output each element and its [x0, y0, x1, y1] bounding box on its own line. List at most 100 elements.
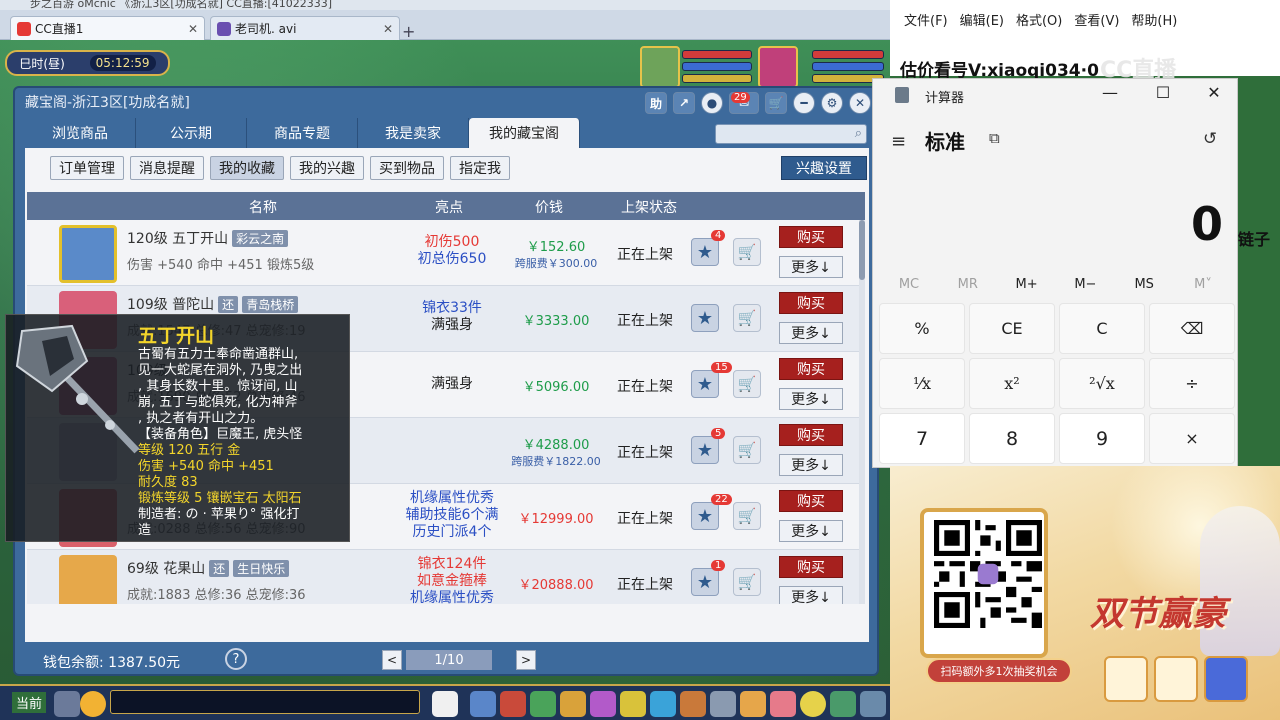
close-icon[interactable]: ✕: [849, 92, 871, 114]
search-input[interactable]: ⌕: [715, 124, 867, 144]
table-row[interactable]: 69级 花果山还生日快乐 成就:1883 总修:36 总宠修:36 锦衣124件 如意…: [27, 550, 861, 604]
tab-cc-live[interactable]: CC直播1 ✕: [10, 16, 205, 40]
star-icon[interactable]: ★: [691, 436, 719, 464]
memory-button[interactable]: MR: [940, 277, 996, 292]
minimize-icon[interactable]: —: [1095, 83, 1125, 102]
close-icon[interactable]: ✕: [188, 22, 198, 36]
chat-input[interactable]: [110, 690, 420, 714]
tab-my-treasure[interactable]: 我的藏宝阁: [469, 118, 580, 148]
memory-button[interactable]: M˅: [1175, 277, 1231, 292]
add-tab-button[interactable]: +: [402, 22, 415, 41]
multiply-button[interactable]: ×: [1149, 413, 1235, 464]
share-icon[interactable]: ↗: [673, 92, 695, 114]
cart-icon[interactable]: 🛒: [733, 502, 761, 530]
divide-button[interactable]: ÷: [1149, 358, 1235, 409]
buy-button[interactable]: 购买: [779, 226, 843, 248]
more-button[interactable]: 更多↓: [779, 586, 843, 604]
percent-button[interactable]: %: [879, 303, 965, 354]
bag-icon[interactable]: [500, 691, 526, 717]
buy-button[interactable]: 购买: [779, 292, 843, 314]
help-button[interactable]: 助: [645, 92, 667, 114]
more-button[interactable]: 更多↓: [779, 454, 843, 476]
scrollbar[interactable]: [859, 220, 865, 604]
memory-button[interactable]: MC: [881, 277, 937, 292]
mic-icon[interactable]: [54, 691, 80, 717]
menu-format[interactable]: 格式(O): [1016, 10, 1062, 29]
tab-public[interactable]: 公示期: [136, 118, 247, 148]
more-button[interactable]: 更多↓: [779, 388, 843, 410]
settings-icon[interactable]: ⚙: [821, 92, 843, 114]
menu-edit[interactable]: 编辑(E): [960, 10, 1004, 29]
weapon-icon[interactable]: [59, 225, 117, 283]
activity-icon[interactable]: [740, 691, 766, 717]
more-button[interactable]: 更多↓: [779, 322, 843, 344]
cart-icon[interactable]: 🛒: [733, 436, 761, 464]
star-icon[interactable]: ★: [691, 238, 719, 266]
hamburger-icon[interactable]: ≡: [891, 131, 906, 152]
menu-view[interactable]: 查看(V): [1074, 10, 1119, 29]
shop-icon[interactable]: [680, 691, 706, 717]
rank-icon[interactable]: [830, 691, 856, 717]
emoji-icon[interactable]: [80, 691, 106, 717]
interest-settings-button[interactable]: 兴趣设置: [781, 156, 867, 180]
tab-seller[interactable]: 我是卖家: [358, 118, 469, 148]
channel-current[interactable]: 当前: [12, 692, 47, 713]
tab-browse[interactable]: 浏览商品: [25, 118, 136, 148]
menu-help[interactable]: 帮助(H): [1131, 10, 1177, 29]
promo-banner[interactable]: 扫码额外多1次抽奖机会 双节赢豪: [890, 466, 1280, 720]
scroll-thumb[interactable]: [859, 220, 865, 280]
buy-button[interactable]: 购买: [779, 358, 843, 380]
sqrt-button[interactable]: ²√x: [1059, 358, 1145, 409]
close-icon[interactable]: ✕: [1199, 83, 1229, 102]
subtab-messages[interactable]: 消息提醒: [130, 156, 204, 180]
more-button[interactable]: 更多↓: [779, 256, 843, 278]
quest-icon[interactable]: [530, 691, 556, 717]
nine-button[interactable]: 9: [1059, 413, 1145, 464]
star-icon[interactable]: ★: [691, 568, 719, 596]
close-icon[interactable]: ✕: [383, 22, 393, 36]
guild-icon[interactable]: [650, 691, 676, 717]
memory-button[interactable]: MS: [1116, 277, 1172, 292]
subtab-orders[interactable]: 订单管理: [50, 156, 124, 180]
player-avatar[interactable]: [758, 46, 798, 88]
minimize-icon[interactable]: ━: [793, 92, 815, 114]
cart-icon[interactable]: 🛒: [733, 568, 761, 596]
memory-button[interactable]: M−: [1057, 277, 1113, 292]
clear-entry-button[interactable]: CE: [969, 303, 1055, 354]
star-icon[interactable]: ★: [691, 502, 719, 530]
tab-topics[interactable]: 商品专题: [247, 118, 358, 148]
tab-video[interactable]: 老司机. avi ✕: [210, 16, 400, 40]
subtab-interests[interactable]: 我的兴趣: [290, 156, 364, 180]
smile-icon[interactable]: [800, 691, 826, 717]
subtab-bought[interactable]: 买到物品: [370, 156, 444, 180]
next-page-button[interactable]: >: [516, 650, 536, 670]
backspace-button[interactable]: ⌫: [1149, 303, 1235, 354]
menu-file[interactable]: 文件(F): [904, 10, 948, 29]
help-circle-icon[interactable]: ?: [225, 648, 247, 670]
buy-button[interactable]: 购买: [779, 556, 843, 578]
team-icon[interactable]: [560, 691, 586, 717]
cart-icon[interactable]: 🛒: [733, 238, 761, 266]
skill-icon[interactable]: [470, 691, 496, 717]
more-button[interactable]: 更多↓: [779, 520, 843, 542]
prev-page-button[interactable]: <: [382, 650, 402, 670]
pet-icon[interactable]: [432, 691, 458, 717]
friend-icon[interactable]: [590, 691, 616, 717]
character-avatar[interactable]: [59, 555, 117, 604]
record-icon[interactable]: ●: [701, 92, 723, 114]
cart-icon[interactable]: 🛒: [733, 370, 761, 398]
keep-on-top-icon[interactable]: ⧉: [989, 129, 1000, 147]
pet-avatar[interactable]: [640, 46, 680, 88]
star-icon[interactable]: ★: [691, 370, 719, 398]
menu-icon[interactable]: [860, 691, 886, 717]
seven-button[interactable]: 7: [879, 413, 965, 464]
eight-button[interactable]: 8: [969, 413, 1055, 464]
square-button[interactable]: x²: [969, 358, 1055, 409]
cart-icon[interactable]: 🛒: [765, 92, 787, 114]
reciprocal-button[interactable]: ¹⁄x: [879, 358, 965, 409]
star-icon[interactable]: ★: [691, 304, 719, 332]
buy-button[interactable]: 购买: [779, 490, 843, 512]
search-icon[interactable]: ⌕: [855, 126, 862, 141]
map-icon[interactable]: [620, 691, 646, 717]
system-icon[interactable]: [710, 691, 736, 717]
